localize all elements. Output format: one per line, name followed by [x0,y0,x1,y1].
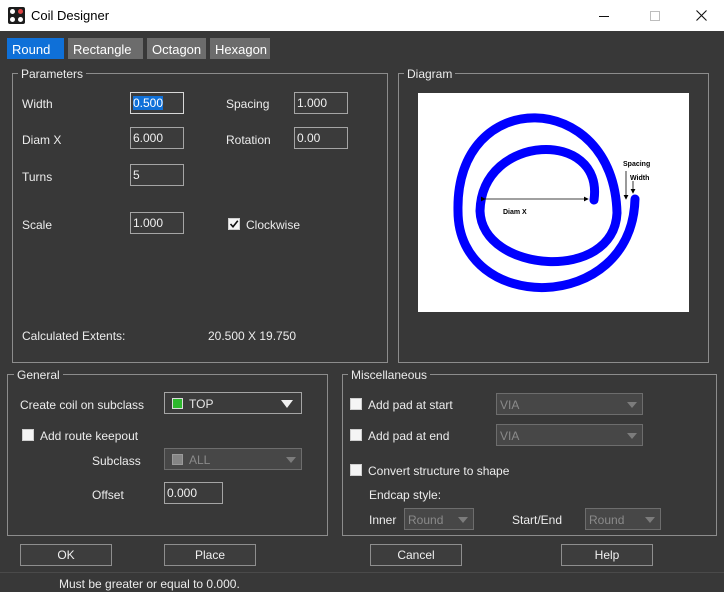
pad-end-combo[interactable]: VIA [496,424,643,446]
tab-octagon[interactable]: Octagon [147,38,206,59]
subclass-combo[interactable]: TOP [164,392,302,414]
place-button[interactable]: Place [164,544,256,566]
convert-checkbox[interactable] [350,464,362,476]
pad-end-label[interactable]: Add pad at end [368,429,449,443]
turns-input[interactable] [130,164,184,186]
tab-rectangle[interactable]: Rectangle [68,38,143,59]
scale-label: Scale [22,218,53,232]
extents-value: 20.500 X 19.750 [208,329,297,343]
clockwise-checkbox[interactable] [228,218,240,230]
minimize-icon [599,15,609,17]
pad-start-checkbox[interactable] [350,398,362,410]
chevron-down-icon [286,457,296,463]
spacing-text: Spacing [623,161,650,168]
route-keepout-checkbox[interactable] [22,429,34,441]
title-bar: Coil Designer [0,0,724,31]
close-icon [695,10,707,21]
maximize-icon [650,10,660,21]
clockwise-label[interactable]: Clockwise [246,218,300,232]
diamx-input[interactable] [130,127,184,149]
pad-start-value: VIA [500,398,520,412]
keepout-subclass-combo[interactable]: ALL [164,448,302,470]
chevron-down-icon [627,402,637,408]
convert-label[interactable]: Convert structure to shape [368,464,509,478]
parameters-group [12,73,388,363]
status-bar: Must be greater or equal to 0.000. [0,572,724,592]
pad-end-checkbox[interactable] [350,429,362,441]
create-coil-label: Create coil on subclass [20,398,145,412]
cancel-button[interactable]: Cancel [370,544,462,566]
diagram-title: Diagram [404,67,456,81]
tab-round[interactable]: Round [7,38,64,59]
parameters-title: Parameters [18,67,87,81]
general-title: General [14,368,63,382]
rotation-label: Rotation [226,133,271,147]
startend-endcap-value: Round [589,513,625,527]
turns-label: Turns [22,170,53,184]
inner-endcap-value: Round [408,513,444,527]
misc-title: Miscellaneous [348,368,431,382]
pad-start-label[interactable]: Add pad at start [368,398,453,412]
minimize-button[interactable] [581,0,627,31]
spacing-input[interactable] [294,92,348,114]
subclass-combo-value: TOP [189,397,214,411]
pad-end-value: VIA [500,429,520,443]
tab-hexagon[interactable]: Hexagon [210,38,270,59]
coil-spiral-path [453,113,640,292]
keepout-subclass-label: Subclass [92,454,141,468]
offset-input[interactable] [164,482,223,504]
diamx-label: Diam X [22,133,62,147]
startend-endcap-combo[interactable]: Round [585,508,661,530]
inner-endcap-combo[interactable]: Round [404,508,474,530]
width-label: Width [22,97,53,111]
ok-button[interactable]: OK [20,544,112,566]
keepout-subclass-value: ALL [189,453,211,467]
spacing-label: Spacing [226,97,270,111]
width-text: Width [630,175,649,182]
width-input-value: 0.500 [133,96,164,110]
app-icon [8,7,25,24]
chevron-down-icon [627,433,637,439]
scale-input[interactable] [130,212,184,234]
checkmark-icon [229,220,239,229]
chevron-down-icon [458,517,468,523]
chevron-down-icon [281,400,293,408]
pad-start-combo[interactable]: VIA [496,393,643,415]
help-button[interactable]: Help [561,544,653,566]
startend-label: Start/End [512,513,563,527]
chevron-down-icon [645,517,655,523]
coil-diagram: Diam X Spacing Width [453,113,650,292]
endcap-label: Endcap style: [369,488,442,502]
status-message: Must be greater or equal to 0.000. [59,577,240,591]
extents-label: Calculated Extents: [22,329,126,343]
subclass-color-swatch [172,398,183,409]
width-dimension: Width [630,175,649,194]
maximize-button[interactable] [632,0,678,31]
inner-label: Inner [369,513,397,527]
route-keepout-label[interactable]: Add route keepout [40,429,138,443]
diamx-text: Diam X [503,209,527,216]
rotation-input[interactable] [294,127,348,149]
diagram-canvas: Diam X Spacing Width [418,93,689,312]
coil-spiral [453,113,640,292]
offset-label: Offset [92,488,124,502]
close-button[interactable] [678,0,724,31]
window-title: Coil Designer [31,8,110,23]
diamx-dimension: Diam X [481,196,589,216]
width-input[interactable]: 0.500 [130,92,184,114]
keepout-subclass-swatch [172,454,183,465]
